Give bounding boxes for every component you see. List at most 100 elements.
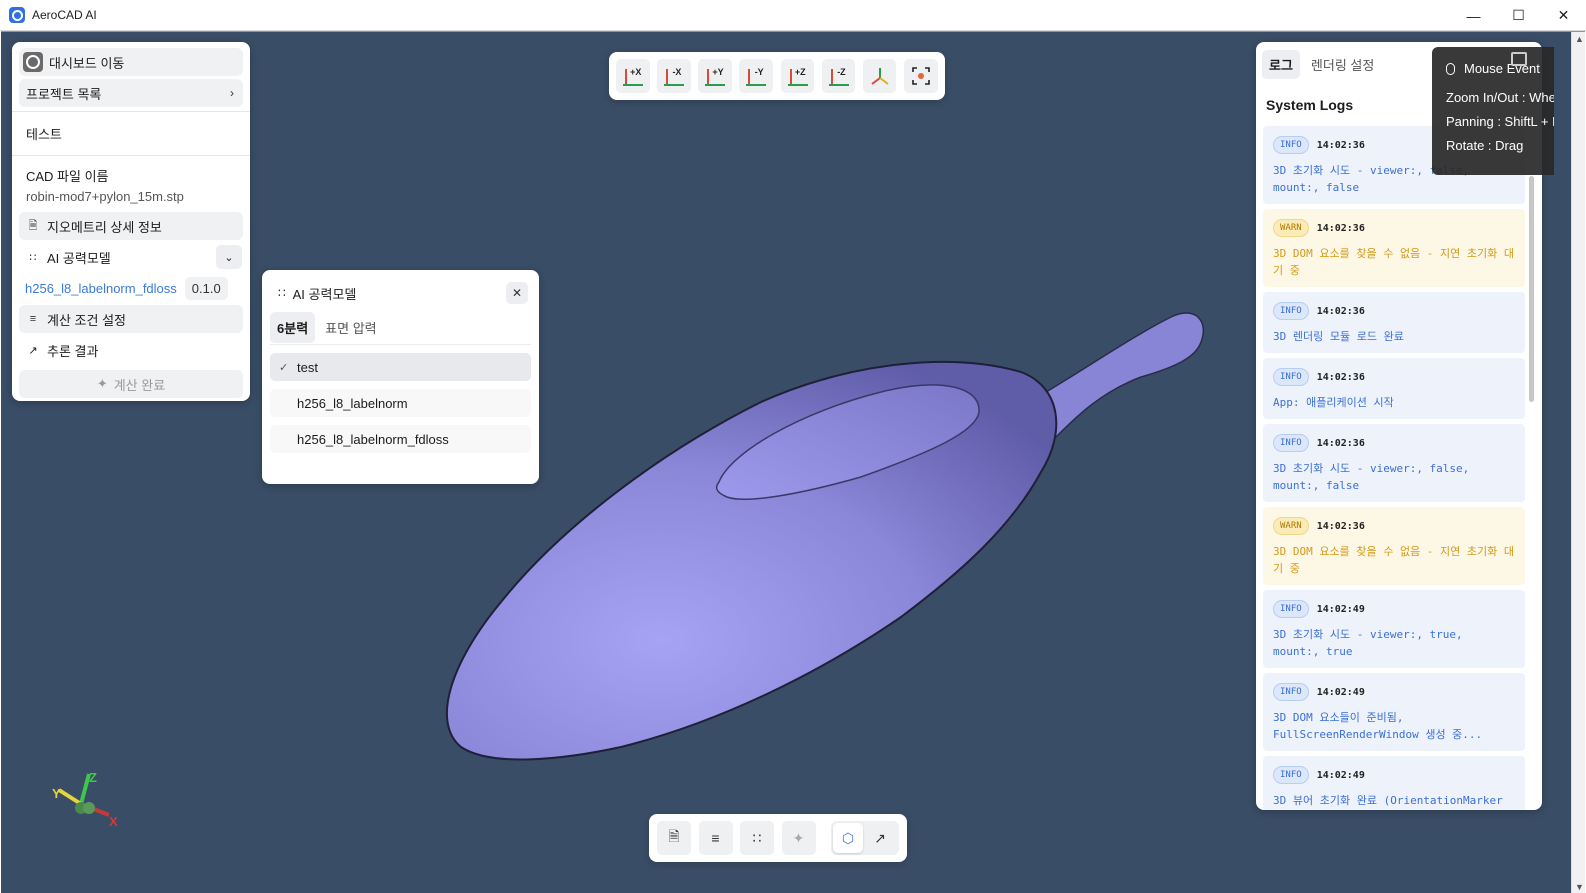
3d-viewport[interactable]: Z X Y 대시보드 이동 프로젝트 목록 › 테스트 CAD 파일 이름 ro…: [1, 31, 1585, 893]
dashboard-label: 대시보드 이동: [49, 55, 125, 71]
file-info-icon: 🗎: [28, 219, 38, 232]
log-entry: WARN 14:02:36 3D DOM 요소를 찾을 수 없음 - 지연 초기화…: [1263, 209, 1525, 287]
dashboard-button[interactable]: 대시보드 이동: [19, 48, 243, 76]
view-mode-toggle: ⬡ ↗: [831, 821, 899, 855]
model-option-label: h256_l8_labelnorm: [297, 395, 408, 411]
mouse-tip-line: Zoom In/Out : Wheel: [1446, 90, 1554, 105]
window-title: AeroCAD AI: [32, 8, 97, 22]
log-time: 14:02:49: [1316, 603, 1365, 615]
run-inference-tool-button[interactable]: ✦: [781, 821, 816, 855]
fit-screen-icon: [911, 67, 930, 85]
log-level-badge: INFO: [1273, 302, 1309, 320]
inference-results-button[interactable]: ↗ 추론 결과: [19, 336, 243, 364]
ai-model-tool-button[interactable]: ∷: [740, 821, 774, 855]
chart-view-button[interactable]: ↗: [865, 823, 895, 853]
log-level-badge: INFO: [1273, 136, 1309, 154]
geometry-info-tool-button[interactable]: 🗎: [657, 821, 691, 855]
model-option-label: h256_l8_labelnorm_fdloss: [297, 431, 449, 447]
view-label: -Z: [837, 67, 846, 77]
log-time: 14:02:36: [1316, 222, 1365, 234]
calc-settings-tool-button[interactable]: ≡: [698, 821, 733, 855]
left-sidebar: 대시보드 이동 프로젝트 목록 › 테스트 CAD 파일 이름 robin-mo…: [12, 42, 250, 401]
view-label: +Y: [712, 67, 724, 77]
ai-model-popup: ∷ AI 공력모델 ✕ 6분력 표면 압력 ✓ test h256_l8_lab…: [262, 270, 539, 484]
log-entry: INFO 14:02:49 3D 초기화 시도 - viewer:, true, …: [1263, 590, 1525, 668]
selected-model-link[interactable]: h256_l8_labelnorm_fdloss: [25, 281, 177, 296]
log-level-badge: INFO: [1273, 600, 1309, 618]
view-plus-y-button[interactable]: +Y: [698, 59, 732, 93]
close-window-button[interactable]: ✕: [1541, 0, 1586, 31]
projects-button[interactable]: 프로젝트 목록 ›: [19, 79, 243, 107]
cad-file-name: robin-mod7+pylon_15m.stp: [26, 189, 184, 204]
log-scrollbar[interactable]: [1529, 176, 1534, 402]
3d-view-button[interactable]: ⬡: [833, 823, 863, 853]
view-label: -Y: [754, 67, 764, 77]
minimize-button[interactable]: —: [1451, 0, 1496, 31]
mouse-icon: [1446, 62, 1455, 75]
ai-popup-tabs: 6분력 표면 압력: [270, 312, 531, 345]
chart-line-icon: ↗: [874, 829, 886, 846]
log-time: 14:02:36: [1316, 305, 1365, 317]
sparkle-icon: ✦: [792, 829, 805, 846]
log-level-badge: INFO: [1273, 368, 1309, 386]
log-level-badge: INFO: [1273, 766, 1309, 784]
log-list: INFO 14:02:36 3D 초기화 시도 - viewer:, false,…: [1263, 126, 1525, 810]
log-time: 14:02:49: [1316, 686, 1365, 698]
log-entry: INFO 14:02:49 3D 뷰어 초기화 완료 (OrientationMa…: [1263, 756, 1525, 810]
log-time: 14:02:36: [1316, 139, 1365, 151]
log-time: 14:02:36: [1316, 437, 1365, 449]
app-logo-icon: [9, 7, 25, 23]
title-bar: AeroCAD AI — ☐ ✕: [0, 0, 1586, 31]
calc-settings-button[interactable]: ≡ 계산 조건 설정: [19, 305, 243, 333]
model-option-labelnorm[interactable]: h256_l8_labelnorm: [270, 389, 531, 417]
cad-file-label: CAD 파일 이름: [26, 169, 109, 184]
log-time: 14:02:36: [1316, 371, 1365, 383]
log-time: 14:02:36: [1316, 520, 1365, 532]
chevron-down-icon[interactable]: ⌄: [216, 245, 242, 269]
file-info-icon: 🗎: [668, 828, 680, 844]
tab-logs[interactable]: 로그: [1262, 50, 1300, 79]
log-level-badge: INFO: [1273, 683, 1309, 701]
model-grid-icon: ∷: [752, 829, 762, 846]
dashboard-icon: [23, 52, 43, 72]
isometric-view-button[interactable]: [862, 59, 897, 93]
divider: [12, 111, 250, 112]
view-label: +X: [630, 67, 642, 77]
inference-label: 추론 결과: [47, 343, 99, 359]
check-icon: ✓: [279, 361, 289, 374]
chevron-right-icon: ›: [230, 86, 234, 100]
axis-z-label: Z: [89, 770, 97, 785]
model-version-badge: 0.1.0: [184, 276, 228, 300]
panel-toggle-icon[interactable]: [1511, 52, 1527, 66]
tab-six-force[interactable]: 6분력: [270, 312, 316, 343]
view-plus-z-button[interactable]: +Z: [780, 59, 815, 93]
model-option-labelnorm-fdloss[interactable]: h256_l8_labelnorm_fdloss: [270, 425, 531, 453]
tab-render-settings[interactable]: 렌더링 설정: [1304, 50, 1381, 79]
scroll-up-icon[interactable]: ▲: [1575, 34, 1584, 44]
log-message: App: 애플리케이션 시작: [1273, 396, 1394, 409]
view-plus-x-button[interactable]: +X: [616, 59, 650, 93]
view-minus-x-button[interactable]: -X: [657, 59, 691, 93]
window-scrollbar[interactable]: ▲ ▼: [1571, 32, 1585, 893]
scroll-down-icon[interactable]: ▼: [1575, 882, 1584, 892]
sliders-icon: ≡: [711, 830, 720, 846]
ai-model-toggle[interactable]: ∷ AI 공력모델 ⌄: [19, 243, 243, 271]
project-name: 테스트: [26, 127, 62, 142]
log-entry: INFO 14:02:36 3D 초기화 시도 - viewer:, false,…: [1263, 424, 1525, 502]
maximize-button[interactable]: ☐: [1496, 0, 1541, 31]
window-controls: — ☐ ✕: [1451, 0, 1586, 31]
divider: [12, 155, 250, 156]
close-icon[interactable]: ✕: [506, 282, 528, 304]
model-option-label: test: [297, 359, 318, 375]
model-option-test[interactable]: ✓ test: [270, 353, 531, 381]
log-entry: INFO 14:02:49 3D DOM 요소들이 준비됨, FullScreen…: [1263, 673, 1525, 751]
fit-view-button[interactable]: [903, 59, 938, 93]
view-minus-z-button[interactable]: -Z: [821, 59, 856, 93]
log-entry: INFO 14:02:36 App: 애플리케이션 시작: [1263, 358, 1525, 419]
tab-surface-pressure[interactable]: 표면 압력: [318, 312, 383, 343]
calc-done-label: 계산 완료: [113, 377, 166, 393]
calc-done-button[interactable]: ✦ 계산 완료: [19, 370, 243, 398]
log-level-badge: WARN: [1273, 219, 1309, 237]
geometry-info-button[interactable]: 🗎 지오메트리 상세 정보: [19, 212, 243, 240]
view-minus-y-button[interactable]: -Y: [739, 59, 773, 93]
